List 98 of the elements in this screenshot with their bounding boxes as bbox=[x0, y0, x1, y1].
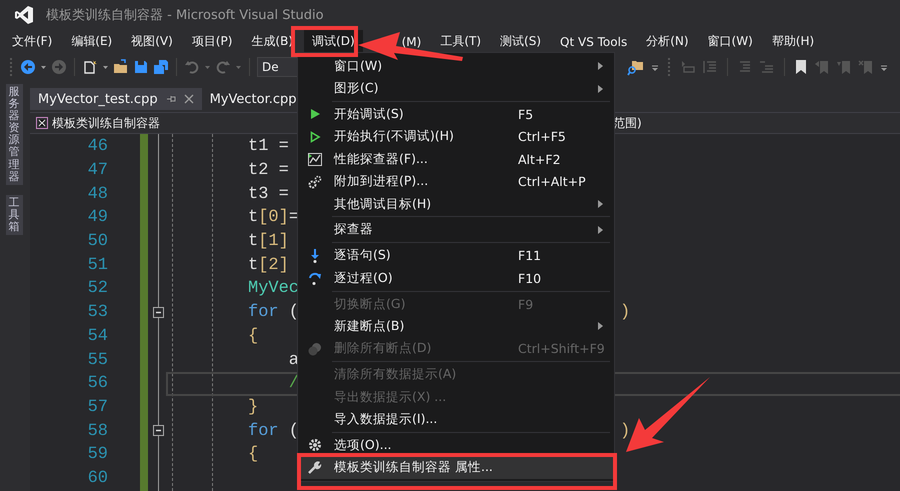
shortcut-text: Alt+F2 bbox=[518, 152, 561, 167]
line-number: 53 bbox=[86, 303, 108, 322]
play-icon bbox=[309, 108, 321, 120]
shortcut-text: F5 bbox=[518, 106, 534, 122]
line-number: 47 bbox=[86, 161, 108, 180]
close-icon[interactable] bbox=[184, 94, 194, 104]
menu-item[interactable]: 其他调试目标(H) bbox=[298, 192, 614, 216]
line-number: 59 bbox=[86, 445, 108, 464]
code-token: ) bbox=[620, 303, 630, 322]
menu-item[interactable]: 模板类训练自制容器 属性... bbox=[298, 456, 614, 480]
line-number: 56 bbox=[86, 374, 108, 394]
pin-icon[interactable] bbox=[166, 94, 176, 104]
menu-item[interactable]: 编辑(E) bbox=[63, 30, 120, 53]
shortcut-text: F9 bbox=[518, 296, 534, 312]
forward-icon[interactable] bbox=[51, 58, 67, 74]
menu-item[interactable]: 视图(V) bbox=[123, 30, 181, 53]
menu-item[interactable]: 导入数据提示(I)... bbox=[298, 408, 614, 431]
line-number: 52 bbox=[86, 279, 108, 298]
code-token: ) bbox=[620, 422, 630, 441]
shortcut-text: Ctrl+Shift+F9 bbox=[518, 341, 605, 356]
bookmark-icon[interactable] bbox=[794, 59, 808, 75]
line-number: 51 bbox=[86, 256, 108, 275]
highlight-box bbox=[291, 26, 358, 57]
class-icon bbox=[36, 117, 48, 129]
code-token: [2] bbox=[258, 256, 289, 275]
play-outline-icon bbox=[309, 130, 321, 143]
new-file-icon[interactable] bbox=[82, 58, 98, 74]
side-tab[interactable]: 工具箱 bbox=[6, 194, 22, 236]
menu-item[interactable]: 分析(N) bbox=[638, 30, 697, 53]
step-over-icon bbox=[308, 271, 322, 286]
code-token: t bbox=[248, 232, 258, 252]
file-tab[interactable]: MyVector_test.cpp bbox=[30, 88, 202, 110]
menu-item[interactable]: 性能探查器(F)... Alt+F2 bbox=[298, 148, 614, 170]
app-logo-icon bbox=[14, 5, 34, 25]
breakpoints-icon bbox=[308, 342, 322, 356]
code-token: a bbox=[288, 350, 300, 370]
settings-icon bbox=[308, 438, 322, 452]
chart-icon bbox=[308, 152, 322, 166]
folder-icon[interactable] bbox=[113, 58, 129, 74]
menu-item[interactable]: 图形(C) bbox=[298, 77, 614, 100]
menu-item[interactable]: 开始调试(S) F5 bbox=[298, 103, 614, 126]
code-token: t1 = bbox=[248, 137, 289, 156]
menu-item[interactable]: 测试(S) bbox=[492, 30, 550, 53]
collapse-icon[interactable] bbox=[153, 306, 164, 318]
save-all-icon[interactable] bbox=[153, 58, 169, 74]
shortcut-text: Ctrl+Alt+P bbox=[518, 174, 586, 190]
menu-item[interactable]: 文件(F) bbox=[4, 30, 60, 53]
redo-icon[interactable] bbox=[215, 58, 231, 74]
code-token: MyVec bbox=[248, 279, 300, 298]
window-title: 模板类训练自制容器 - Microsoft Visual Studio bbox=[46, 7, 324, 24]
menu-item[interactable]: (M) bbox=[398, 32, 430, 52]
menu-item[interactable]: 附加到进程(P)... Ctrl+Alt+P bbox=[298, 170, 614, 193]
menu-item[interactable]: 选项(O)... bbox=[298, 434, 614, 457]
menu-item[interactable]: Qt VS Tools bbox=[552, 32, 636, 52]
code-token: t bbox=[248, 256, 258, 275]
code-token: { bbox=[248, 326, 258, 346]
menu-item[interactable]: 工具(T) bbox=[432, 30, 490, 53]
menu-item[interactable]: 项目(P) bbox=[184, 30, 240, 53]
collapse-icon[interactable] bbox=[153, 425, 164, 436]
line-number: 55 bbox=[86, 350, 108, 370]
line-number: 46 bbox=[86, 137, 108, 156]
code-token: t3 = bbox=[248, 184, 289, 204]
wrench-icon bbox=[308, 460, 322, 475]
gears-icon bbox=[308, 174, 322, 189]
find-in-files-icon[interactable] bbox=[627, 58, 645, 76]
menu-item[interactable]: 探查器 bbox=[298, 218, 614, 242]
line-number: 54 bbox=[86, 326, 108, 346]
code-token: for bbox=[248, 422, 279, 441]
code-token: t2 = bbox=[248, 161, 289, 180]
step-into-icon bbox=[310, 248, 320, 263]
code-token: t bbox=[248, 208, 258, 228]
menu-item[interactable]: 窗口(W) bbox=[700, 30, 761, 53]
menu-item[interactable]: 开始执行(不调试)(H) Ctrl+F5 bbox=[298, 126, 614, 148]
back-icon[interactable] bbox=[20, 58, 36, 74]
line-number: 49 bbox=[86, 208, 108, 228]
shortcut-text: F11 bbox=[518, 248, 542, 264]
project-combo[interactable]: 模板类训练自制容器 bbox=[52, 114, 160, 132]
code-token: ( bbox=[288, 422, 300, 441]
code-token: [0] bbox=[258, 208, 289, 228]
menu-item[interactable]: 逐过程(O) F10 bbox=[298, 267, 614, 290]
line-number: 48 bbox=[86, 184, 108, 204]
side-tab[interactable]: 服务器资源管理器 bbox=[6, 84, 22, 185]
menu-item[interactable]: 逐语句(S) F11 bbox=[298, 244, 614, 268]
shortcut-text: Ctrl+F5 bbox=[518, 129, 566, 144]
line-number: 57 bbox=[86, 398, 108, 417]
line-number: 50 bbox=[86, 232, 108, 252]
undo-icon[interactable] bbox=[184, 58, 200, 74]
shortcut-text: F10 bbox=[518, 270, 542, 286]
menu-item[interactable]: 帮助(H) bbox=[764, 30, 822, 53]
code-token: for bbox=[248, 303, 279, 322]
code-token: { bbox=[248, 445, 258, 464]
code-token: } bbox=[248, 398, 258, 417]
line-number: 58 bbox=[86, 422, 108, 441]
code-token: ( bbox=[288, 303, 300, 322]
code-token: [1] bbox=[258, 232, 289, 252]
save-icon[interactable] bbox=[133, 58, 149, 74]
menu-item[interactable]: 新建断点(B) bbox=[298, 315, 614, 338]
line-number: 60 bbox=[86, 468, 108, 488]
